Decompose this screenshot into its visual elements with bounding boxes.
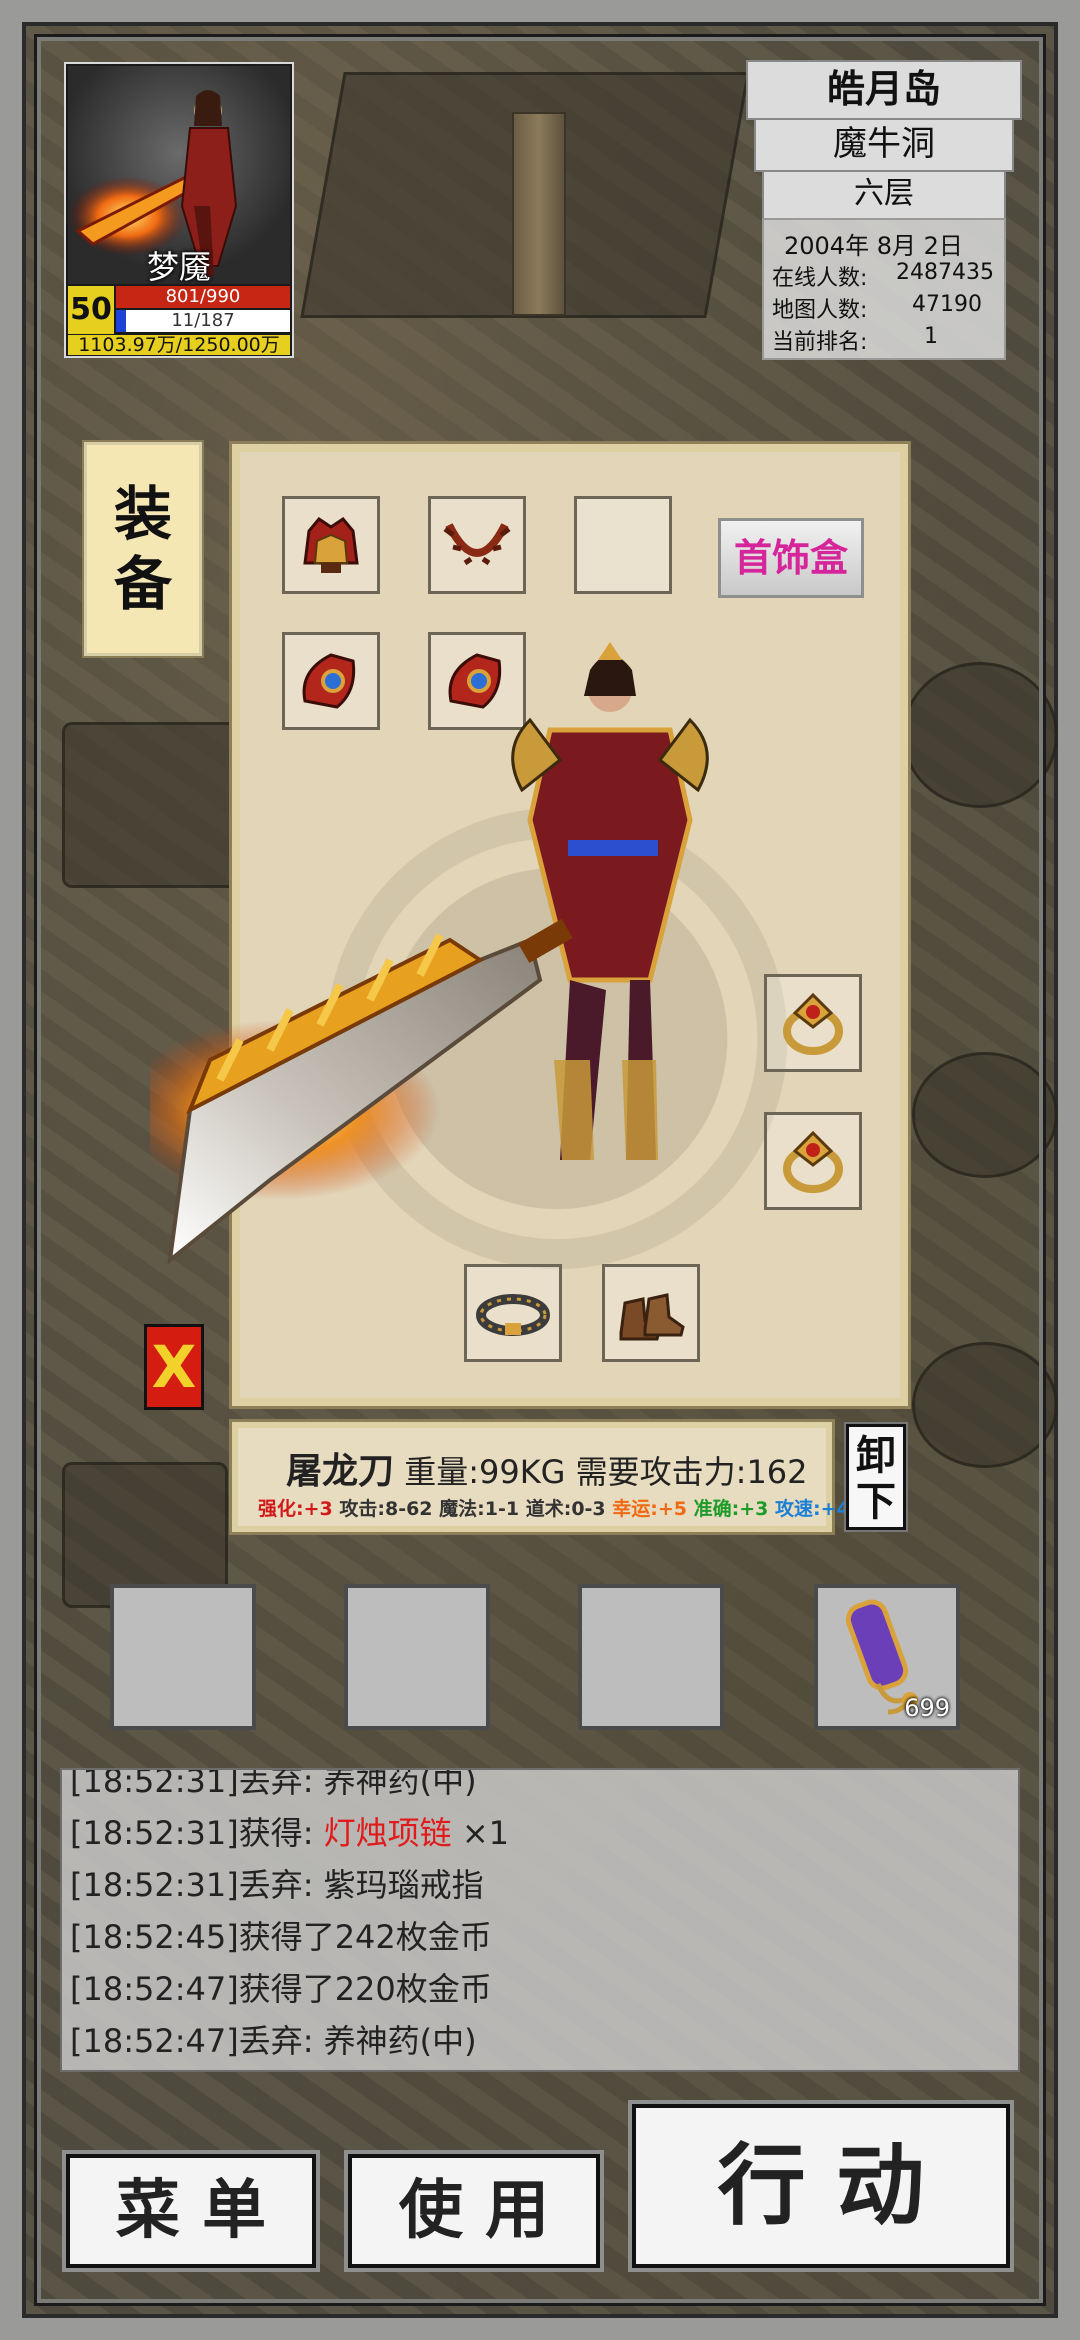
quick-slot-3[interactable] bbox=[578, 1584, 724, 1730]
message-log[interactable]: [18:52:31]丢弃: 养神药(中) [18:52:31]获得: 灯烛项链 … bbox=[60, 1768, 1020, 2072]
equipment-tab-label-1: 装 bbox=[113, 480, 172, 548]
stat-magic: 魔法:1-1 bbox=[439, 1498, 520, 1520]
quick-slot-4[interactable]: 699 bbox=[814, 1584, 960, 1730]
log-line: [18:52:31]丢弃: 紫玛瑙戒指 bbox=[70, 1860, 484, 1906]
log-text: 获得了242枚金币 bbox=[238, 1918, 492, 1956]
log-time: [18:52:45] bbox=[70, 1918, 239, 1956]
necklace-icon bbox=[443, 523, 511, 566]
item-weight: 重量:99KG bbox=[404, 1453, 566, 1491]
log-text: 丢弃: 养神药(中) bbox=[238, 1768, 477, 1800]
unequip-label-2: 下 bbox=[856, 1479, 896, 1525]
belt-slot[interactable] bbox=[464, 1264, 562, 1362]
log-time: [18:52:31] bbox=[70, 1866, 239, 1904]
helmet-icon bbox=[303, 517, 359, 573]
hp-bar: 801/990 bbox=[116, 286, 290, 308]
ring-slot-upper[interactable] bbox=[764, 974, 862, 1072]
boots-icon bbox=[619, 1293, 685, 1341]
background-tile bbox=[912, 1052, 1058, 1178]
server-info-box: 2004年 8月 2日 在线人数: 2487435 地图人数: 47190 当前… bbox=[762, 218, 1006, 360]
log-line: [18:52:47]获得了220枚金币 bbox=[70, 1964, 492, 2010]
log-text: 获得了220枚金币 bbox=[238, 1970, 492, 2008]
background-tile bbox=[902, 662, 1058, 808]
unequip-button[interactable]: 卸 下 bbox=[844, 1422, 908, 1532]
log-line: [18:52:47]丢弃: 养神药(中) bbox=[70, 2016, 477, 2062]
ring-slot-lower[interactable] bbox=[764, 1112, 862, 1210]
log-time: [18:52:31] bbox=[70, 1814, 239, 1852]
necklace-slot[interactable] bbox=[428, 496, 526, 594]
boots-slot[interactable] bbox=[602, 1264, 700, 1362]
action-button[interactable]: 行 动 bbox=[628, 2100, 1014, 2272]
use-button[interactable]: 使 用 bbox=[344, 2150, 604, 2272]
menu-button[interactable]: 菜 单 bbox=[62, 2150, 320, 2272]
log-line: [18:52:31]丢弃: 养神药(中) bbox=[70, 1768, 477, 1802]
item-name: 屠龙刀 bbox=[286, 1451, 395, 1492]
log-line: [18:52:31]获得: 灯烛项链 ×1 bbox=[70, 1808, 509, 1854]
background-tile bbox=[912, 1342, 1058, 1468]
online-label: 在线人数: bbox=[772, 266, 868, 291]
mp-bar: 11/187 bbox=[116, 310, 290, 332]
location-area: 魔牛洞 bbox=[754, 118, 1014, 172]
log-text: 丢弃: 养神药(中) bbox=[238, 2022, 477, 2060]
player-portrait-card[interactable]: 梦魇 50 801/990 11/187 1103.97万/1250.00万 bbox=[64, 62, 294, 358]
online-value: 2487435 bbox=[896, 260, 994, 285]
rank-label: 当前排名: bbox=[772, 330, 868, 355]
mp-bar-fill bbox=[116, 310, 127, 332]
stat-tao: 道术:0-3 bbox=[525, 1498, 606, 1520]
equipment-tab-label-2: 备 bbox=[113, 550, 172, 618]
location-region: 皓月岛 bbox=[746, 60, 1022, 120]
stat-luck: 幸运:+5 bbox=[612, 1498, 688, 1520]
log-text: 丢弃: 紫玛瑙戒指 bbox=[238, 1866, 484, 1904]
scroll-quantity: 699 bbox=[904, 1694, 950, 1722]
stat-accuracy: 准确:+3 bbox=[693, 1498, 769, 1520]
mp-text: 11/187 bbox=[171, 310, 235, 331]
log-time: [18:52:47] bbox=[70, 2022, 239, 2060]
stat-speed: 攻速:+4 bbox=[775, 1498, 850, 1520]
item-stats: 强化:+3 攻击:8-62 魔法:1-1 道术:0-3 幸运:+5 准确:+3 … bbox=[258, 1494, 850, 1521]
log-suffix: ×1 bbox=[451, 1814, 510, 1852]
log-text: 获得: bbox=[238, 1814, 324, 1852]
map-players-label: 地图人数: bbox=[772, 298, 868, 323]
stat-enhance: 强化:+3 bbox=[258, 1498, 333, 1520]
player-level: 50 bbox=[68, 286, 114, 334]
empty-equipment-slot[interactable] bbox=[574, 496, 672, 594]
log-line: [18:52:45]获得了242枚金币 bbox=[70, 1912, 492, 1958]
rank-value: 1 bbox=[924, 324, 938, 349]
player-name: 梦魇 bbox=[146, 248, 211, 286]
game-date: 2004年 8月 2日 bbox=[784, 232, 963, 260]
ring-icon bbox=[783, 992, 843, 1055]
location-floor: 六层 bbox=[762, 170, 1006, 220]
item-title: 屠龙刀 重量:99KG 需要攻击力:162 bbox=[286, 1442, 808, 1494]
belt-icon bbox=[476, 1294, 550, 1336]
equipment-tab[interactable]: 装 备 bbox=[84, 442, 202, 656]
ring-icon bbox=[783, 1130, 843, 1193]
unequip-label-1: 卸 bbox=[856, 1433, 896, 1479]
log-item-highlight: 灯烛项链 bbox=[323, 1814, 452, 1852]
character-model bbox=[150, 642, 709, 1265]
log-time: [18:52:47] bbox=[70, 1970, 239, 2008]
stat-attack: 攻击:8-62 bbox=[339, 1498, 433, 1520]
helmet-slot[interactable] bbox=[282, 496, 380, 594]
item-info-panel: 屠龙刀 重量:99KG 需要攻击力:162 强化:+3 攻击:8-62 魔法:1… bbox=[229, 1419, 850, 1535]
quick-slot-2[interactable] bbox=[344, 1584, 490, 1730]
map-players-value: 47190 bbox=[912, 292, 982, 317]
item-requirement: 需要攻击力:162 bbox=[575, 1453, 808, 1491]
exp-bar: 1103.97万/1250.00万 bbox=[68, 335, 290, 355]
log-time: [18:52:31] bbox=[70, 1768, 239, 1800]
quick-slot-1[interactable] bbox=[110, 1584, 256, 1730]
close-button[interactable]: X bbox=[144, 1324, 204, 1410]
background-pillar bbox=[512, 112, 566, 316]
jewelry-box-button[interactable]: 首饰盒 bbox=[718, 518, 864, 598]
